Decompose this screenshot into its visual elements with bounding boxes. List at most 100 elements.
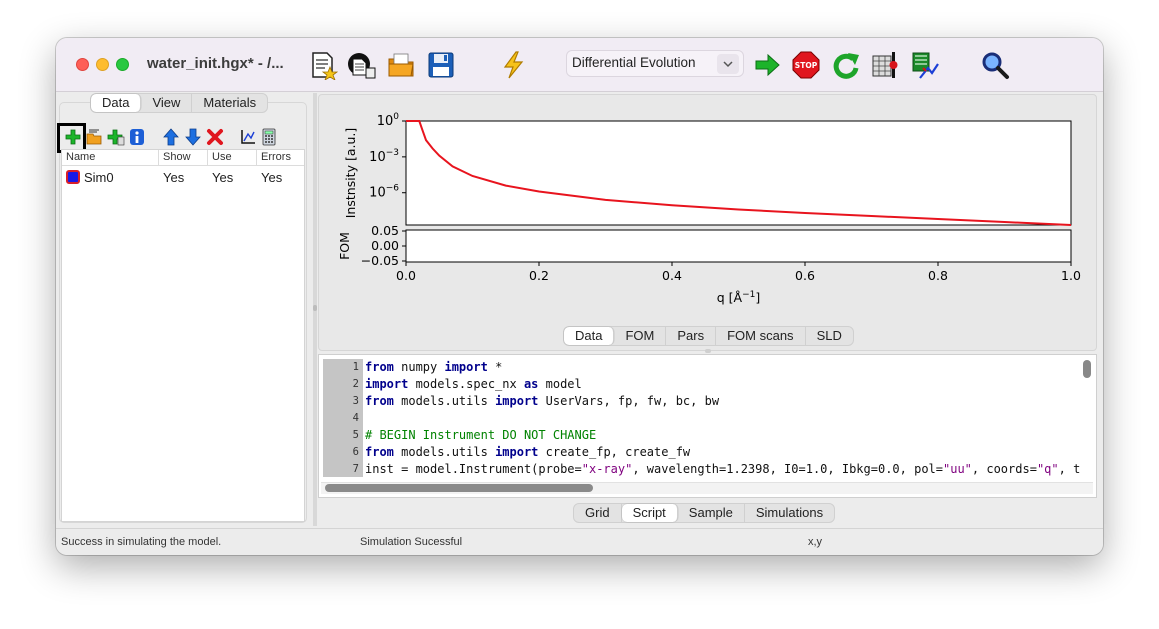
info-icon[interactable] (128, 128, 146, 146)
row-name-cell[interactable]: Sim0 (62, 169, 159, 185)
vertical-scrollbar[interactable] (1083, 360, 1091, 378)
status-message: Success in simulating the model. (61, 536, 222, 548)
table-row[interactable]: Sim0 Yes Yes Yes (62, 166, 304, 188)
x-tick-label: 0.8 (928, 268, 948, 283)
line-number: 2 (323, 376, 363, 393)
plot-tabs-container: Data FOM Pars FOM scans SLD (318, 326, 1097, 346)
code-text: from models.utils import UserVars, fp, f… (365, 394, 720, 408)
intensity-axis-label: Instnsity [a.u.] (343, 128, 358, 219)
main-window: water_init.hgx* - /... Differential Evol… (56, 38, 1103, 555)
tab-materials[interactable]: Materials (192, 94, 267, 112)
calculator-icon[interactable] (260, 128, 278, 146)
tab-sample[interactable]: Sample (678, 504, 745, 522)
fom-axes (405, 229, 1072, 263)
open-folder-icon[interactable] (384, 48, 418, 82)
move-up-icon[interactable] (162, 128, 180, 146)
code-line[interactable]: 6 from models.utils import create_fp, cre… (323, 444, 1081, 461)
calculate-errors-icon[interactable] (868, 48, 902, 82)
code-text: import models.spec_nx as model (365, 377, 582, 391)
tab-simulations[interactable]: Simulations (745, 504, 834, 522)
col-header-name[interactable]: Name (62, 150, 159, 165)
x-tick-label: 0.0 (396, 268, 416, 283)
code-line[interactable]: 3 from models.utils import UserVars, fp, … (323, 393, 1081, 410)
data-plot-settings-icon[interactable] (239, 128, 257, 146)
row-errors[interactable]: Yes (257, 170, 304, 185)
plot-settings-icon[interactable] (908, 48, 942, 82)
tab-data[interactable]: Data (91, 94, 142, 112)
x-tick-label: 0.2 (529, 268, 549, 283)
minimize-window-button[interactable] (96, 58, 109, 71)
add-simulation-icon[interactable] (107, 128, 125, 146)
status-coordinates: x,y (808, 536, 823, 548)
code-text: from models.utils import create_fp, crea… (365, 445, 691, 459)
x-tick-label: 1.0 (1061, 268, 1081, 283)
row-name: Sim0 (84, 169, 114, 185)
code-line[interactable]: 4 (323, 410, 1081, 427)
q-axis-label: q [Å−1] (717, 290, 761, 305)
tab-grid[interactable]: Grid (574, 504, 622, 522)
save-icon[interactable] (424, 48, 458, 82)
delete-icon[interactable] (206, 128, 224, 146)
line-number: 7 (323, 461, 363, 477)
script-tabs-container: Grid Script Sample Simulations (318, 502, 1097, 524)
horizontal-scrollbar[interactable] (325, 484, 593, 492)
move-down-icon[interactable] (184, 128, 202, 146)
code-line[interactable]: 7 inst = model.Instrument(probe="x-ray", … (323, 461, 1081, 477)
col-header-errors[interactable]: Errors (257, 150, 304, 165)
line-number: 3 (323, 393, 363, 410)
y-tick-label: 10−3 (369, 148, 399, 165)
tab-plot-fom-scans[interactable]: FOM scans (716, 327, 806, 345)
simulate-lightning-icon[interactable] (496, 48, 530, 82)
col-header-use[interactable]: Use (208, 150, 257, 165)
title-toolbar: water_init.hgx* - /... Differential Evol… (56, 38, 1103, 92)
tab-plot-sld[interactable]: SLD (806, 327, 853, 345)
stop-icon[interactable]: STOP (789, 48, 823, 82)
tab-view[interactable]: View (141, 94, 193, 112)
maximize-window-button[interactable] (116, 58, 129, 71)
close-window-button[interactable] (76, 58, 89, 71)
data-toolbar (57, 123, 307, 153)
tab-plot-pars[interactable]: Pars (666, 327, 717, 345)
row-show[interactable]: Yes (159, 170, 208, 185)
plot-panel: 100 10−3 10−6 Instnsity [a.u.] 0.05 0.00 −0.05… (318, 94, 1097, 351)
row-use[interactable]: Yes (208, 170, 257, 185)
vertical-splitter[interactable] (313, 93, 317, 526)
algorithm-select-value: Differential Evolution (572, 55, 696, 70)
data-grid: Name Show Use Errors Sim0 Yes Yes Yes (61, 149, 305, 522)
restart-fit-icon[interactable] (829, 48, 863, 82)
line-number: 1 (323, 359, 363, 376)
tab-plot-data[interactable]: Data (564, 327, 615, 345)
reflectivity-plot[interactable]: 100 10−3 10−6 Instnsity [a.u.] 0.050.00−0.05… (319, 95, 1096, 328)
fom-y-tick-label: 0.00 (371, 238, 399, 253)
line-number: 6 (323, 444, 363, 461)
zoom-icon[interactable] (978, 48, 1012, 82)
data-grid-header: Name Show Use Errors (62, 150, 304, 166)
svg-text:STOP: STOP (795, 61, 818, 70)
tab-script[interactable]: Script (621, 504, 678, 522)
fom-y-tick-label: 0.05 (371, 223, 399, 238)
code-text: # BEGIN Instrument DO NOT CHANGE (365, 428, 597, 442)
code-line[interactable]: 2 import models.spec_nx as model (323, 376, 1081, 393)
code-text: inst = model.Instrument(probe="x-ray", w… (365, 462, 1081, 476)
new-model-icon[interactable] (306, 48, 340, 82)
add-data-icon[interactable] (64, 128, 82, 146)
status-bar: Success in simulating the model. Simulat… (56, 528, 1103, 555)
plot-tabs: Data FOM Pars FOM scans SLD (563, 326, 854, 346)
x-tick-label: 0.6 (795, 268, 815, 283)
script-editor[interactable]: 1 from numpy import * 2 import models.spec_… (318, 354, 1097, 498)
fom-y-tick-label: −0.05 (361, 253, 399, 268)
tab-plot-fom[interactable]: FOM (614, 327, 667, 345)
code-view[interactable]: 1 from numpy import * 2 import models.spec_… (323, 359, 1081, 477)
start-fit-arrow-icon[interactable] (750, 48, 784, 82)
algorithm-select[interactable]: Differential Evolution (566, 50, 744, 77)
x-tick-label: 0.4 (662, 268, 682, 283)
y-tick-label: 10−6 (369, 184, 399, 201)
line-number: 5 (323, 427, 363, 444)
import-data-icon[interactable] (85, 128, 103, 146)
dataset-color-swatch[interactable] (66, 169, 80, 184)
open-icon[interactable] (344, 48, 378, 82)
col-header-show[interactable]: Show (159, 150, 208, 165)
code-line[interactable]: 1 from numpy import * (323, 359, 1081, 376)
code-line[interactable]: 5 # BEGIN Instrument DO NOT CHANGE (323, 427, 1081, 444)
